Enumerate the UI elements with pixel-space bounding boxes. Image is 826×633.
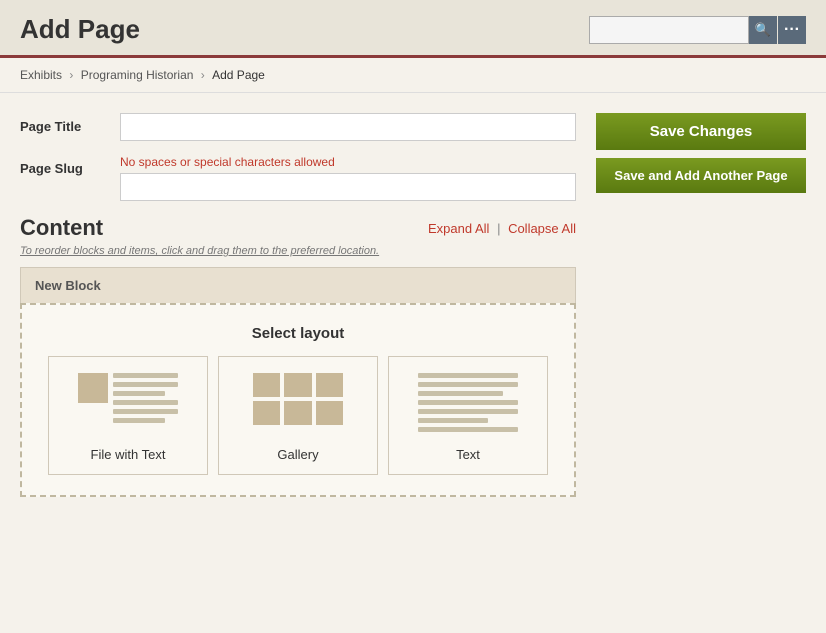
breadcrumb-exhibits[interactable]: Exhibits: [20, 68, 62, 82]
page-title-row: Page Title: [20, 113, 576, 141]
text-label: Text: [456, 447, 480, 462]
content-title: Content: [20, 215, 103, 241]
gallery-icon: [248, 369, 348, 439]
text-line-6: [418, 418, 488, 423]
content-header: Content Expand All | Collapse All: [20, 215, 576, 241]
text-line-3: [418, 391, 503, 396]
page-title-field: [120, 113, 576, 141]
text-line-1: [418, 373, 518, 378]
gallery-thumb-6: [316, 401, 343, 425]
layout-title: Select layout: [36, 325, 560, 342]
slug-hint: No spaces or special characters allowed: [120, 155, 576, 169]
gallery-thumb-5: [284, 401, 311, 425]
file-line-5: [113, 409, 178, 414]
page-slug-label: Page Slug: [20, 155, 120, 176]
page-slug-input[interactable]: [120, 173, 576, 201]
file-line-3: [113, 391, 165, 396]
expand-all-link[interactable]: Expand All: [428, 221, 489, 236]
page-title-input[interactable]: [120, 113, 576, 141]
text-line-7: [418, 427, 518, 432]
file-lines: [113, 369, 178, 423]
layout-file-text[interactable]: File with Text: [48, 356, 208, 475]
menu-icon: ···: [784, 21, 800, 39]
gallery-grid: [253, 373, 343, 433]
text-line-4: [418, 400, 518, 405]
search-button[interactable]: 🔍: [749, 16, 777, 44]
file-line-2: [113, 382, 178, 387]
layout-selector: Select layout: [20, 303, 576, 497]
search-bar: 🔍 ···: [589, 16, 806, 44]
search-input[interactable]: [589, 16, 749, 44]
text-line-5: [418, 409, 518, 414]
save-changes-button[interactable]: Save Changes: [596, 113, 806, 150]
form-layout: Page Title Page Slug No spaces or specia…: [20, 113, 806, 507]
new-block-bar[interactable]: New Block: [20, 267, 576, 303]
file-thumbnail: [78, 373, 108, 403]
gallery-thumb-3: [316, 373, 343, 397]
form-left: Page Title Page Slug No spaces or specia…: [20, 113, 576, 507]
collapse-all-link[interactable]: Collapse All: [508, 221, 576, 236]
text-line-2: [418, 382, 518, 387]
gallery-thumb-4: [253, 401, 280, 425]
content-section: Content Expand All | Collapse All To reo…: [20, 215, 576, 497]
form-right: Save Changes Save and Add Another Page: [596, 113, 806, 193]
text-icon: [418, 369, 518, 439]
content-links: Expand All | Collapse All: [428, 221, 576, 236]
breadcrumb-separator-2: ›: [201, 68, 208, 82]
layout-text[interactable]: Text: [388, 356, 548, 475]
reorder-hint: To reorder blocks and items, click and d…: [20, 245, 576, 257]
layout-options: File with Text: [36, 356, 560, 475]
breadcrumb-program[interactable]: Programing Historian: [81, 68, 194, 82]
page-slug-row: Page Slug No spaces or special character…: [20, 155, 576, 201]
gallery-label: Gallery: [277, 447, 318, 462]
search-icon: 🔍: [755, 22, 771, 38]
breadcrumb-current: Add Page: [212, 68, 265, 82]
main-content: Page Title Page Slug No spaces or specia…: [0, 93, 826, 633]
file-line-6: [113, 418, 165, 423]
gallery-thumb-1: [253, 373, 280, 397]
save-add-button[interactable]: Save and Add Another Page: [596, 158, 806, 193]
file-line-1: [113, 373, 178, 378]
file-text-label: File with Text: [91, 447, 166, 462]
reorder-click[interactable]: click: [161, 245, 182, 257]
layout-gallery[interactable]: Gallery: [218, 356, 378, 475]
page-title: Add Page: [20, 14, 140, 45]
page-title-label: Page Title: [20, 113, 120, 134]
file-line-4: [113, 400, 178, 405]
pipe-separator: |: [497, 221, 504, 236]
menu-button[interactable]: ···: [778, 16, 806, 44]
file-text-icon: [78, 369, 178, 439]
page-slug-field: No spaces or special characters allowed: [120, 155, 576, 201]
header: Add Page 🔍 ···: [0, 0, 826, 58]
breadcrumb: Exhibits › Programing Historian › Add Pa…: [20, 68, 806, 82]
gallery-thumb-2: [284, 373, 311, 397]
text-lines: [418, 369, 518, 439]
breadcrumb-separator-1: ›: [69, 68, 76, 82]
breadcrumb-bar: Exhibits › Programing Historian › Add Pa…: [0, 58, 826, 93]
